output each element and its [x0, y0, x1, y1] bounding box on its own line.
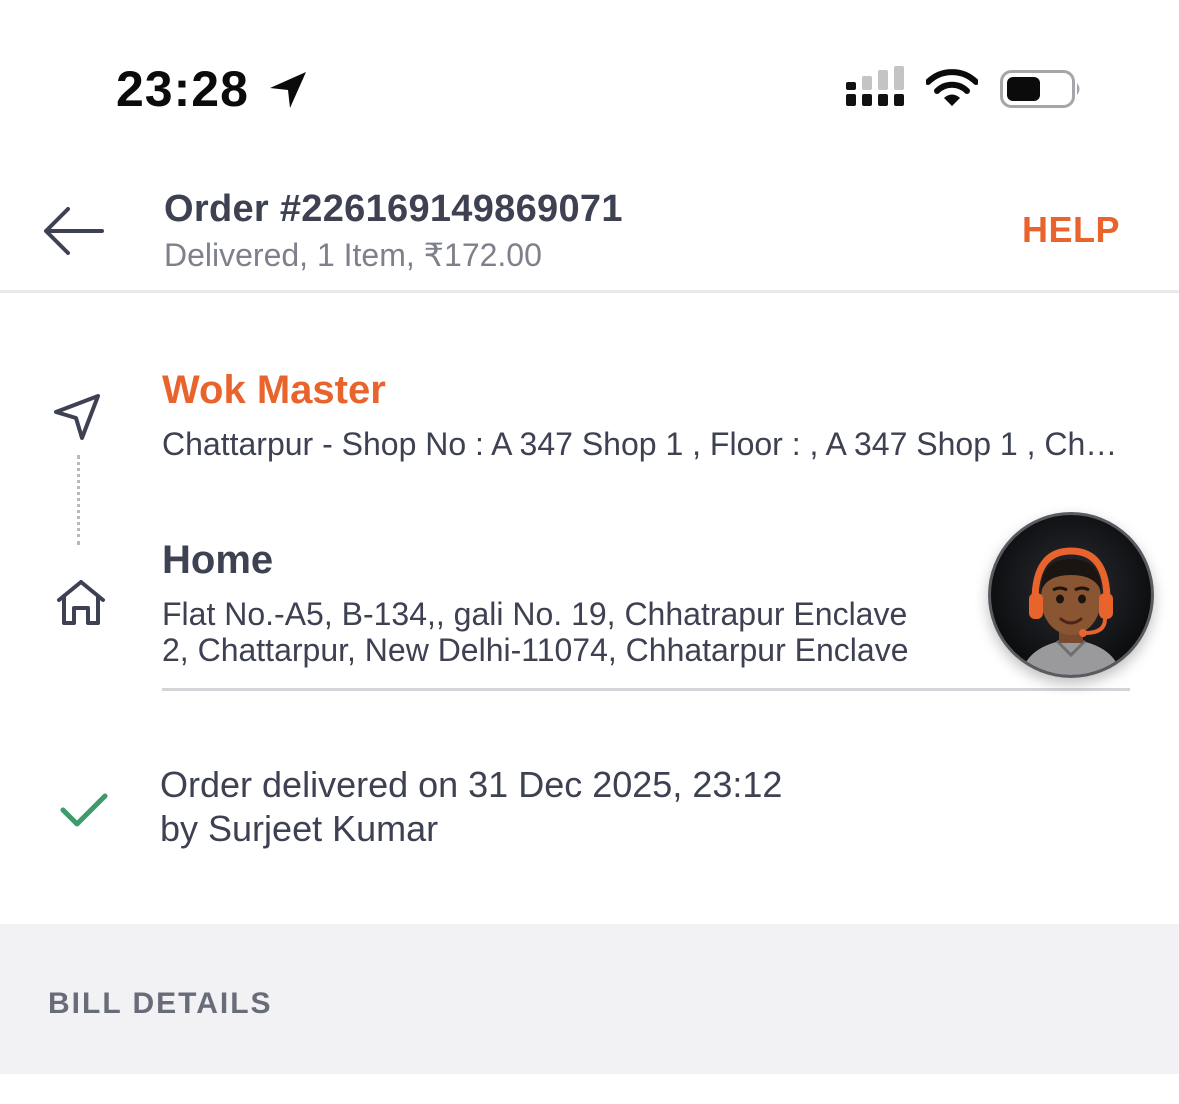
check-icon: [60, 792, 108, 833]
help-button[interactable]: HELP: [1022, 208, 1120, 252]
route-connector: [77, 455, 80, 545]
order-title: Order #226169149869071: [164, 188, 623, 230]
home-icon: [54, 578, 108, 633]
delivery-status: Order delivered on 31 Dec 2025, 23:12: [160, 764, 783, 805]
order-summary: Delivered, 1 Item, ₹172.00: [164, 237, 542, 273]
delivery-address-line2: 2, Chattarpur, New Delhi-11074, Chhatarp…: [162, 632, 909, 668]
address-divider: [162, 688, 1130, 691]
restaurant-address: Chattarpur - Shop No : A 347 Shop 1 , Fl…: [162, 426, 1130, 462]
location-arrow-icon: [266, 68, 310, 117]
delivery-address: Flat No.-A5, B-134,, gali No. 19, Chhatr…: [162, 596, 1130, 668]
support-agent-avatar[interactable]: [988, 512, 1154, 678]
bill-details-heading: BILL DETAILS: [48, 987, 273, 1020]
delivery-address-line1: Flat No.-A5, B-134,, gali No. 19, Chhatr…: [162, 596, 908, 632]
arrow-left-icon: [44, 207, 104, 255]
battery-icon: [1000, 70, 1084, 115]
delivery-address-label: Home: [162, 538, 274, 582]
cellular-signal-icon: [846, 66, 906, 113]
wifi-icon: [925, 68, 979, 113]
delivery-partner: by Surjeet Kumar: [160, 808, 439, 849]
status-time: 23:28: [116, 61, 249, 117]
navigation-icon: [52, 392, 102, 447]
restaurant-name[interactable]: Wok Master: [162, 366, 386, 414]
header-divider: [0, 290, 1179, 293]
back-button[interactable]: [40, 204, 106, 263]
support-agent-icon: [1021, 547, 1121, 675]
